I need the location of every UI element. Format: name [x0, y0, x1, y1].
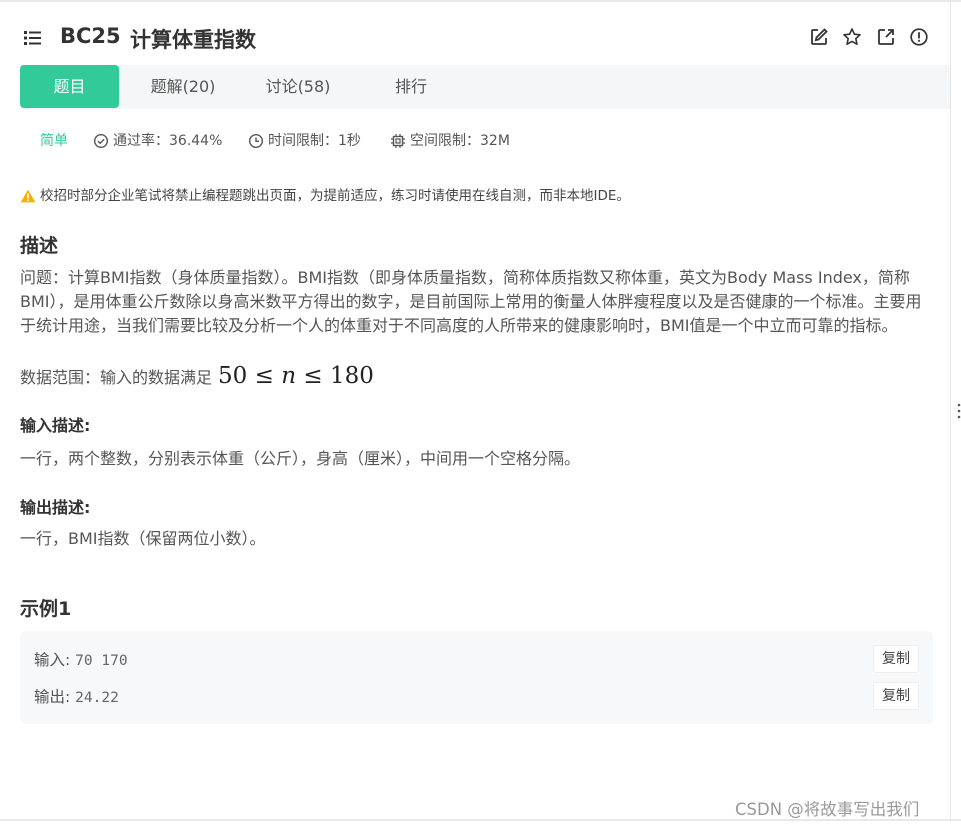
example-input-row: 输入: 70 170 [34, 648, 128, 670]
pass-rate: 通过率：36.44% [93, 130, 222, 152]
tab-bar: 题目 题解(20) 讨论(58) 排行 [20, 65, 950, 109]
report-icon[interactable] [909, 27, 929, 47]
warning-icon [20, 189, 36, 203]
example-input-value: 70 170 [75, 653, 128, 669]
clock-icon [248, 133, 264, 149]
pass-rate-text: 通过率：36.44% [113, 133, 223, 149]
description-text: 问题：计算BMI指数（身体质量指数）。BMI指数（即身体质量指数，简称体质指数又… [20, 268, 922, 335]
drag-handle-icon[interactable] [957, 402, 961, 420]
copy-output-button[interactable]: 复制 [873, 682, 919, 710]
output-desc-heading: 输出描述: [20, 498, 91, 517]
example-output-label: 输出: [34, 688, 71, 706]
input-desc-text: 一行，两个整数，分别表示体重（公斤），身高（厘米），中间用一个空格分隔。 [20, 449, 581, 468]
range-variable: n [281, 363, 297, 389]
example-heading: 示例1 [20, 598, 72, 620]
data-range: 数据范围：输入的数据满足 50 ≤ n ≤ 180 [20, 362, 932, 392]
problem-code: BC25 [60, 24, 121, 48]
list-icon[interactable] [22, 27, 44, 49]
example-output-row: 输出: 24.22 [34, 685, 119, 707]
watermark: CSDN @将故事写出我们 [735, 800, 920, 819]
time-limit: 时间限制：1秒 [248, 130, 361, 152]
problem-title: 计算体重指数 [130, 28, 256, 52]
output-desc-text: 一行，BMI指数（保留两位小数）。 [20, 529, 266, 548]
description-heading: 描述 [20, 235, 59, 257]
top-border [0, 0, 961, 2]
range-formula: 50 ≤ n ≤ 180 [218, 363, 374, 389]
range-op-2: ≤ [303, 363, 323, 389]
example-input-label: 输入: [34, 651, 71, 669]
share-icon[interactable] [876, 27, 896, 47]
chip-icon [391, 134, 405, 148]
check-circle-icon [93, 133, 109, 149]
tab-ranking[interactable]: 排行 [361, 65, 461, 108]
tab-solutions[interactable]: 题解(20) [133, 65, 233, 108]
tab-discussion[interactable]: 讨论(58) [248, 65, 348, 108]
range-op-1: ≤ [254, 363, 274, 389]
tab-problem[interactable]: 题目 [20, 65, 119, 108]
problem-header: BC25 计算体重指数 [20, 22, 940, 56]
space-limit-text: 空间限制：32M [410, 133, 510, 149]
example-box: 输入: 70 170 复制 输出: 24.22 复制 [20, 631, 933, 724]
range-low: 50 [218, 363, 248, 389]
example-output-value: 24.22 [75, 690, 119, 706]
time-limit-text: 时间限制：1秒 [268, 133, 361, 149]
copy-input-button[interactable]: 复制 [873, 645, 919, 673]
range-high: 180 [329, 363, 374, 389]
space-limit: 空间限制：32M [390, 130, 510, 152]
exam-notice: 校招时部分企业笔试将禁止编程题跳出页面，为提前适应，练习时请使用在线自测，而非本… [20, 186, 630, 206]
data-range-label: 数据范围：输入的数据满足 [20, 368, 213, 387]
star-icon[interactable] [842, 27, 862, 47]
exam-notice-text: 校招时部分企业笔试将禁止编程题跳出页面，为提前适应，练习时请使用在线自测，而非本… [40, 188, 630, 204]
edit-icon[interactable] [809, 27, 829, 47]
input-desc-heading: 输入描述: [20, 416, 91, 435]
right-border [950, 0, 951, 820]
difficulty-label: 简单 [40, 133, 68, 149]
